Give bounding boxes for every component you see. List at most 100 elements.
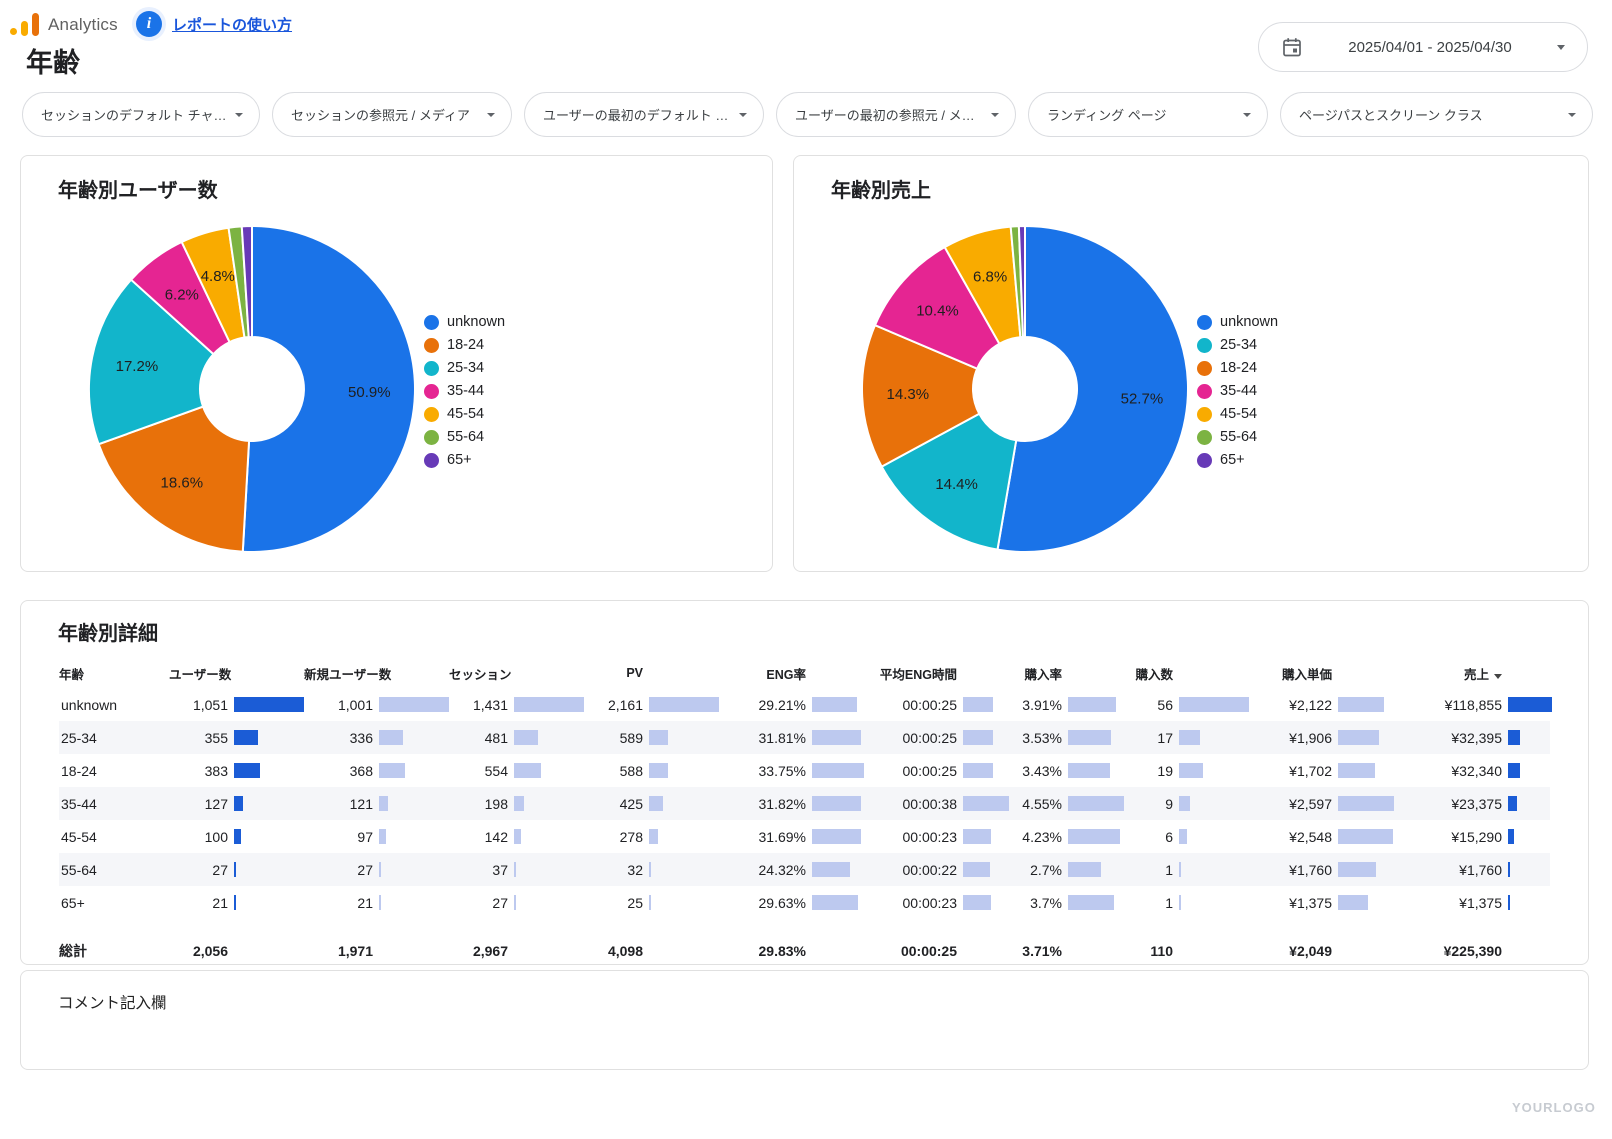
value-bar [1068, 895, 1114, 910]
legend-item-55-64[interactable]: 55-64 [1197, 429, 1278, 445]
cell-bar-track [1179, 862, 1249, 877]
table-cell: 3.43% [1009, 754, 1124, 787]
cell-value: 00:00:25 [903, 730, 958, 746]
column-header-label: 年齢 [59, 668, 84, 682]
legend-label: 25-34 [1220, 337, 1257, 353]
table-cell: ¥2,548 [1249, 820, 1394, 853]
legend-item-unknown[interactable]: unknown [424, 314, 505, 330]
pie-slice-label: 14.4% [935, 476, 978, 493]
value-bar [1338, 730, 1379, 745]
table-cell: 31.82% [719, 787, 864, 820]
table-cell: 00:00:25 [864, 721, 1009, 754]
legend-item-25-34[interactable]: 25-34 [1197, 337, 1278, 353]
legend-dot-icon [1197, 407, 1212, 422]
column-header-7[interactable]: 購入率 [1009, 664, 1124, 683]
legend-item-65+[interactable]: 65+ [424, 452, 505, 468]
table-cell: 00:00:22 [864, 853, 1009, 886]
column-header-10[interactable]: 売上 [1394, 664, 1552, 683]
cell-value: 1,001 [338, 697, 373, 713]
value-bar [1068, 697, 1116, 712]
column-header-label: ENG率 [766, 668, 806, 682]
cell-bar-track [649, 829, 719, 844]
date-range-picker[interactable]: 2025/04/01 - 2025/04/30 [1258, 22, 1588, 72]
table-cell: ¥1,375 [1249, 886, 1394, 919]
filter-chip-2[interactable]: ユーザーの最初のデフォルト … [524, 92, 764, 137]
column-header-8[interactable]: 購入数 [1124, 664, 1249, 683]
legend-item-35-44[interactable]: 35-44 [1197, 383, 1278, 399]
legend-item-unknown[interactable]: unknown [1197, 314, 1278, 330]
comment-box[interactable]: コメント記入欄 [20, 970, 1589, 1070]
cell-bar-track [1068, 796, 1124, 811]
column-header-6[interactable]: 平均ENG時間 [864, 664, 1009, 683]
total-cell-5: 29.83% [719, 943, 864, 959]
legend-item-45-54[interactable]: 45-54 [424, 406, 505, 422]
total-cell-7: 3.71% [1009, 943, 1124, 959]
row-label: unknown [59, 697, 169, 713]
pie-slice-unknown[interactable] [997, 226, 1188, 552]
value-bar [234, 862, 236, 877]
column-header-4[interactable]: PV [584, 666, 719, 680]
column-header-9[interactable]: 購入単価 [1249, 664, 1394, 683]
table-cell: 00:00:25 [864, 688, 1009, 721]
cell-bar-track [1068, 829, 1124, 844]
legend-label: 18-24 [447, 337, 484, 353]
table-cell: 00:00:25 [864, 754, 1009, 787]
cell-bar-track [234, 697, 304, 712]
value-bar [1179, 796, 1190, 811]
logo-dot [10, 28, 17, 35]
column-header-3[interactable]: セッション [449, 664, 584, 683]
cell-value: ¥1,760 [1289, 862, 1332, 878]
filter-chip-1[interactable]: セッションの参照元 / メディア [272, 92, 512, 137]
table-cell: 1 [1124, 886, 1249, 919]
filter-chip-5[interactable]: ページパスとスクリーン クラス [1280, 92, 1593, 137]
users-pie-legend: unknown 18-24 25-34 35-44 45-54 55-64 65+ [424, 314, 505, 468]
value-bar [649, 697, 719, 712]
total-cell-3: 2,967 [449, 943, 584, 959]
column-header-2[interactable]: 新規ユーザー数 [304, 664, 449, 683]
cell-value: 142 [485, 829, 508, 845]
google-analytics-logo-icon [10, 13, 41, 36]
value-bar [1179, 730, 1200, 745]
legend-dot-icon [424, 315, 439, 330]
cell-bar-track [514, 895, 584, 910]
legend-item-35-44[interactable]: 35-44 [424, 383, 505, 399]
cell-bar-track [963, 763, 1009, 778]
legend-label: 65+ [447, 452, 472, 468]
table-row: unknown1,0511,0011,4312,16129.21%00:00:2… [59, 688, 1550, 721]
filter-chip-4[interactable]: ランディング ページ [1028, 92, 1268, 137]
filter-chip-3[interactable]: ユーザーの最初の参照元 / メ… [776, 92, 1016, 137]
table-row: 45-541009714227831.69%00:00:234.23%6¥2,5… [59, 820, 1550, 853]
cell-bar-track [379, 829, 449, 844]
cell-value: 3.53% [1022, 730, 1062, 746]
value-bar [1508, 862, 1510, 877]
column-header-5[interactable]: ENG率 [719, 664, 864, 683]
legend-item-45-54[interactable]: 45-54 [1197, 406, 1278, 422]
cell-bar-track [514, 796, 584, 811]
legend-item-18-24[interactable]: 18-24 [1197, 360, 1278, 376]
legend-item-18-24[interactable]: 18-24 [424, 337, 505, 353]
legend-item-65+[interactable]: 65+ [1197, 452, 1278, 468]
legend-dot-icon [1197, 453, 1212, 468]
legend-item-55-64[interactable]: 55-64 [424, 429, 505, 445]
cell-bar-track [963, 730, 1009, 745]
column-header-1[interactable]: ユーザー数 [169, 664, 304, 683]
cell-bar-track [1338, 796, 1394, 811]
table-cell: ¥1,760 [1249, 853, 1394, 886]
legend-label: unknown [1220, 314, 1278, 330]
table-header-row: 年齢 ユーザー数新規ユーザー数セッションPV ENG率 平均ENG時間購入率購入数購入… [59, 658, 1550, 688]
cell-value: 1,431 [473, 697, 508, 713]
pie-slice-label: 14.3% [887, 386, 930, 403]
column-header-0[interactable]: 年齢 [59, 664, 169, 683]
logo-bar-tall [32, 13, 39, 36]
cell-value: 4.23% [1022, 829, 1062, 845]
detail-table: 年齢 ユーザー数新規ユーザー数セッションPV ENG率 平均ENG時間購入率購入数購入… [59, 658, 1550, 968]
table-cell: 121 [304, 787, 449, 820]
report-help-link[interactable]: レポートの使い方 [172, 14, 292, 35]
cell-value: ¥2,548 [1289, 829, 1332, 845]
filter-chip-label: ユーザーの最初のデフォルト … [543, 105, 728, 124]
table-cell: 142 [449, 820, 584, 853]
table-cell: 198 [449, 787, 584, 820]
cell-bar-track [812, 730, 864, 745]
legend-item-25-34[interactable]: 25-34 [424, 360, 505, 376]
filter-chip-0[interactable]: セッションのデフォルト チャ… [22, 92, 260, 137]
